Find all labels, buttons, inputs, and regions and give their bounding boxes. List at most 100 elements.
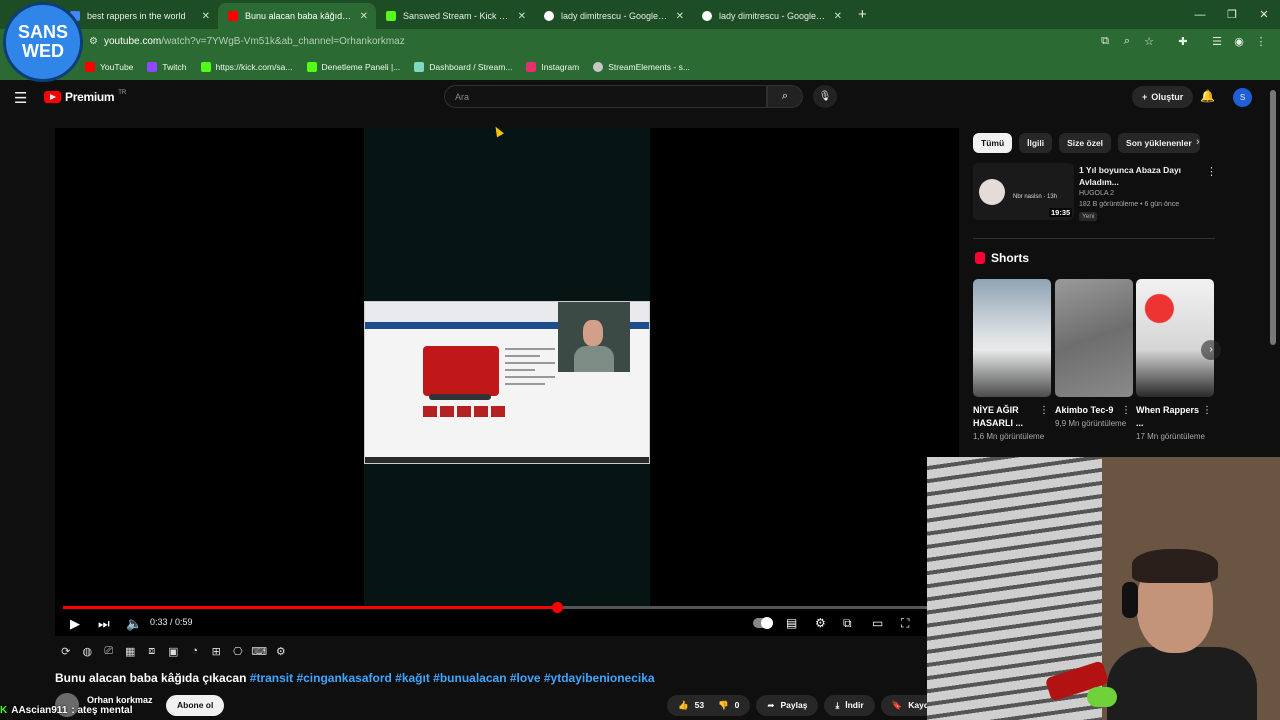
miniplayer-icon[interactable]: ⧉ bbox=[843, 616, 852, 631]
thumbs-down-icon[interactable]: 👎 bbox=[718, 695, 729, 716]
time-display: 0:33 / 0:59 bbox=[150, 617, 193, 627]
short-card[interactable]: Akimbo Tec-9 9,9 Mn görüntüleme ⋮ bbox=[1055, 279, 1133, 430]
bookmark-instagram[interactable]: Instagram bbox=[526, 62, 579, 72]
chevron-right-icon[interactable]: › bbox=[1196, 136, 1200, 148]
play-icon[interactable]: ▶ bbox=[70, 616, 80, 632]
short-thumbnail[interactable] bbox=[1055, 279, 1133, 397]
cinema-icon[interactable]: ⎚ bbox=[98, 645, 120, 658]
zoom-icon[interactable]: ⌕ bbox=[1116, 35, 1138, 48]
short-title[interactable]: When Rappers ... bbox=[1136, 404, 1202, 430]
speed-icon[interactable]: ◔ bbox=[184, 645, 206, 657]
browser-tab[interactable]: Sanswed Stream - Kick Dashboard ✕ bbox=[376, 3, 534, 29]
new-tab-icon[interactable]: + bbox=[858, 6, 867, 23]
subtitles-icon[interactable]: ▤ bbox=[786, 616, 797, 630]
audio-icon[interactable]: ◍ bbox=[77, 645, 99, 658]
close-icon[interactable]: ✕ bbox=[834, 11, 842, 22]
address-bar[interactable]: ⚙ youtube.com/watch?v=7YWgB-Vm51k&ab_cha… bbox=[0, 29, 1280, 54]
logo-line: SANS bbox=[17, 22, 68, 42]
voice-search-button[interactable]: 🎙 bbox=[813, 85, 837, 108]
picture-in-picture-icon[interactable]: ⧈ bbox=[141, 645, 163, 658]
short-thumbnail[interactable] bbox=[973, 279, 1051, 397]
close-window-icon[interactable]: ✕ bbox=[1248, 8, 1280, 21]
recommendation-title[interactable]: 1 Yıl boyunca Abaza Dayı Avladım... bbox=[1079, 164, 1199, 188]
chip-for-you[interactable]: Size özel bbox=[1059, 133, 1112, 153]
recommended-video[interactable]: Nbr naslsn · 13h 19:35 1 Yıl boyunca Aba… bbox=[973, 163, 1217, 223]
account-avatar[interactable]: S bbox=[1233, 88, 1252, 107]
bookmark-star-icon[interactable]: ☆ bbox=[1138, 35, 1160, 48]
notifications-bell-icon[interactable]: 🔔 bbox=[1200, 89, 1215, 103]
bookmark-twitch[interactable]: Twitch bbox=[147, 62, 187, 72]
search-button[interactable]: ⌕ bbox=[767, 85, 803, 108]
tab-title: best rappers in the world bbox=[87, 11, 186, 21]
settings-gear-icon[interactable]: ⚙ bbox=[815, 616, 826, 630]
bookmark-denetleme[interactable]: Denetleme Paneli |... bbox=[306, 62, 400, 72]
tab-title: lady dimitrescu - Google'da Ara bbox=[561, 11, 669, 21]
short-title[interactable]: Akimbo Tec-9 bbox=[1055, 404, 1121, 417]
bookmark-kick[interactable]: https://kick.com/sa... bbox=[200, 62, 293, 72]
close-icon[interactable]: ✕ bbox=[202, 11, 210, 22]
subscribe-button[interactable]: Abone ol bbox=[166, 695, 225, 716]
short-card[interactable]: When Rappers ... 17 Mn görüntüleme ⋮ bbox=[1136, 279, 1214, 443]
loop-icon[interactable]: ⟳ bbox=[55, 645, 77, 658]
youtube-logo[interactable]: Premium TR bbox=[44, 90, 126, 104]
site-info-icon[interactable]: ⚙ bbox=[89, 36, 98, 47]
video-player[interactable]: ▶ ⏭ 🔈 0:33 / 0:59 ▤ ⚙ ⧉ ▭ ⛶ bbox=[55, 128, 959, 636]
video-title: Bunu alacan baba kâğıda çıkacan #transit… bbox=[55, 671, 655, 685]
video-title-text: Bunu alacan baba kâğıda çıkacan bbox=[55, 671, 247, 685]
minimize-icon[interactable]: — bbox=[1184, 9, 1216, 21]
scrollbar[interactable] bbox=[1270, 90, 1276, 345]
streamer-body bbox=[1107, 647, 1257, 720]
bookmark-dashboard[interactable]: Dashboard / Stream... bbox=[414, 62, 512, 72]
keyboard-icon[interactable]: ⌨ bbox=[249, 645, 271, 658]
film-icon[interactable]: ▦ bbox=[120, 645, 142, 658]
browser-tab[interactable]: lady dimitrescu - Google'da Ara ✕ bbox=[534, 3, 692, 29]
like-button[interactable]: 👍 53 👎 0 bbox=[667, 695, 751, 716]
frame-icon[interactable]: ▣ bbox=[163, 645, 185, 658]
theater-mode-icon[interactable]: ▭ bbox=[872, 616, 883, 630]
chip-recent[interactable]: Son yüklenenler bbox=[1118, 133, 1200, 153]
more-options-icon[interactable]: ⋮ bbox=[1039, 405, 1049, 416]
close-icon[interactable]: ✕ bbox=[518, 11, 526, 22]
settings-gear-icon[interactable]: ⚙ bbox=[270, 645, 292, 658]
more-options-icon[interactable]: ⋮ bbox=[1202, 405, 1212, 416]
media-control-icon[interactable]: ☰ bbox=[1206, 35, 1228, 48]
create-button[interactable]: + Oluştur bbox=[1132, 86, 1194, 108]
profile-icon[interactable]: ◉ bbox=[1228, 35, 1250, 48]
video-hashtags[interactable]: #transit #cingankasaford #kağıt #bunuala… bbox=[250, 671, 655, 685]
short-title[interactable]: NİYE AĞIR HASARLI ... bbox=[973, 404, 1039, 430]
close-icon[interactable]: ✕ bbox=[676, 11, 684, 22]
more-options-icon[interactable]: ⋮ bbox=[1121, 405, 1131, 416]
screenshot-icon[interactable]: ⎔ bbox=[227, 645, 249, 658]
short-thumbnail[interactable] bbox=[1136, 279, 1214, 397]
bookmark-youtube[interactable]: YouTube bbox=[85, 62, 133, 72]
fullscreen-icon[interactable]: ⛶ bbox=[901, 616, 909, 631]
share-button[interactable]: ➦ Paylaş bbox=[756, 695, 819, 716]
next-icon[interactable]: ⏭ bbox=[98, 616, 110, 632]
install-icon[interactable]: ⧉ bbox=[1094, 35, 1116, 48]
chevron-right-icon[interactable]: › bbox=[1201, 340, 1221, 360]
chip-related[interactable]: İlgili bbox=[1019, 133, 1053, 153]
browser-tab[interactable]: best rappers in the world ✕ bbox=[60, 3, 218, 29]
bookmark-streamelements[interactable]: StreamElements - s... bbox=[593, 62, 690, 72]
address-bar-actions: ⧉ ⌕ ☆ ✚ ☰ ◉ ⋮ bbox=[1094, 29, 1272, 54]
short-card[interactable]: NİYE AĞIR HASARLI ... 1,6 Mn görüntüleme… bbox=[973, 279, 1051, 443]
download-button[interactable]: ⤓ İndir bbox=[824, 695, 875, 716]
progress-bar[interactable] bbox=[63, 602, 929, 613]
hamburger-menu-icon[interactable]: ☰ bbox=[14, 89, 27, 107]
restore-icon[interactable]: ❐ bbox=[1216, 8, 1248, 21]
short-views: 9,9 Mn görüntüleme bbox=[1055, 419, 1127, 428]
add-icon[interactable]: ⊞ bbox=[206, 645, 228, 658]
chip-all[interactable]: Tümü bbox=[973, 133, 1013, 153]
kick-icon bbox=[386, 11, 396, 21]
close-icon[interactable]: ✕ bbox=[360, 11, 368, 22]
autoplay-toggle[interactable] bbox=[753, 617, 773, 629]
browser-tab-active[interactable]: Bunu alacan baba kâğıda çıkacak ✕ bbox=[218, 3, 376, 29]
more-options-icon[interactable]: ⋮ bbox=[1206, 165, 1217, 178]
recommendation-channel[interactable]: HUGOLA 2 bbox=[1079, 190, 1114, 197]
menu-icon[interactable]: ⋮ bbox=[1250, 35, 1272, 48]
extensions-icon[interactable]: ✚ bbox=[1172, 35, 1194, 48]
url-text[interactable]: youtube.com/watch?v=7YWgB-Vm51k&ab_chann… bbox=[104, 36, 405, 47]
volume-icon[interactable]: 🔈 bbox=[126, 616, 142, 632]
search-input[interactable]: Ara bbox=[444, 85, 767, 108]
browser-tab[interactable]: lady dimitrescu - Google'da Ara ✕ bbox=[692, 3, 850, 29]
